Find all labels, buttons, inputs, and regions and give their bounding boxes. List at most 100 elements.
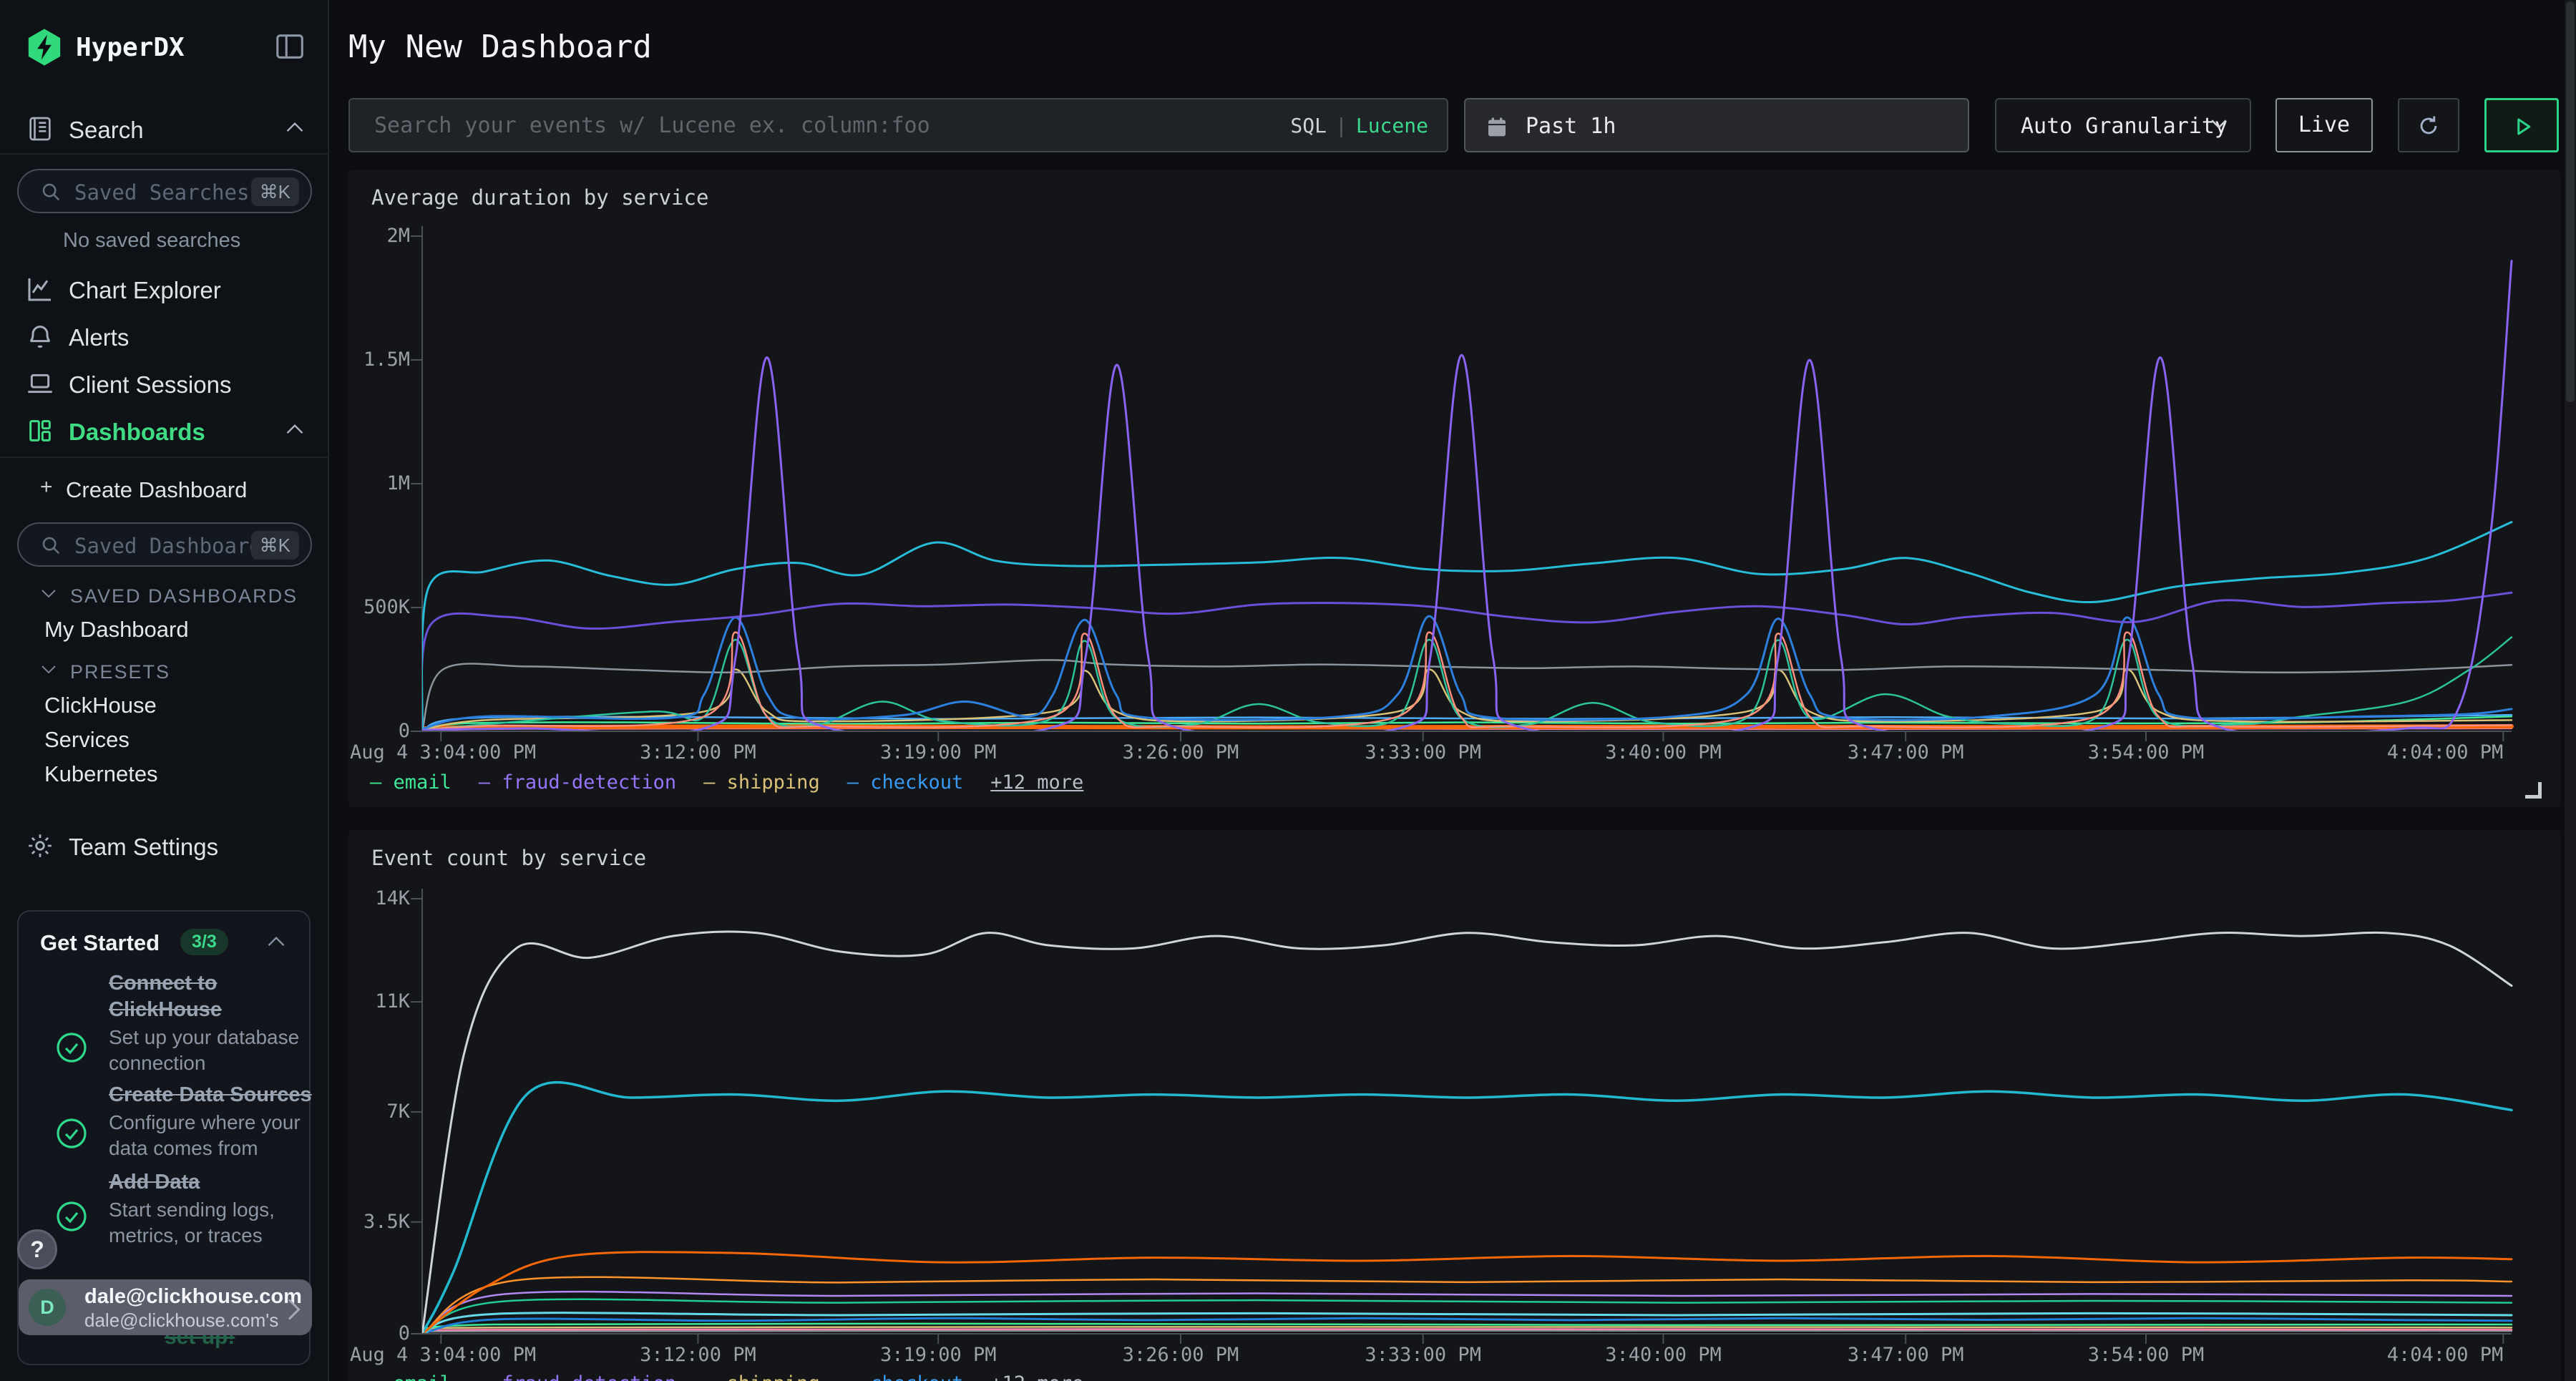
- y-tick-label: 0: [348, 1322, 410, 1345]
- live-button[interactable]: Live: [2275, 98, 2373, 152]
- plus-icon: +: [40, 475, 53, 499]
- chart-legend: — email— fraud-detection— shipping— chec…: [370, 771, 1083, 794]
- section-label: PRESETS: [70, 661, 170, 683]
- y-tick-label: 500K: [348, 596, 410, 618]
- create-dashboard-button[interactable]: + Create Dashboard: [0, 469, 329, 509]
- granularity-value: Auto Granularity: [2021, 114, 2228, 139]
- y-tick-label: 14K: [348, 887, 410, 909]
- chevron-down-icon: [40, 664, 57, 678]
- main-content: My New Dashboard SQL|Lucene Past 1h Auto…: [331, 0, 2576, 1381]
- sidebar-item-label: Chart Explorer: [69, 277, 221, 304]
- x-tick-label: 3:19:00 PM: [838, 741, 1038, 763]
- chevron-right-icon: [285, 1297, 302, 1318]
- help-button[interactable]: ?: [17, 1229, 57, 1269]
- get-started-item-title: Create Data Sources: [109, 1082, 318, 1108]
- saved-dashboards-placeholder: Saved Dashboards: [74, 534, 274, 558]
- legend-item-email: — email: [370, 771, 452, 794]
- chevron-up-icon[interactable]: [285, 120, 305, 137]
- y-tick-label: 3.5K: [348, 1211, 410, 1233]
- check-circle-icon: [54, 1199, 89, 1234]
- run-query-button[interactable]: [2484, 98, 2559, 152]
- x-tick-label: 4:04:00 PM: [2317, 741, 2503, 763]
- search-input[interactable]: [350, 99, 1447, 151]
- sidebar-item-client-sessions[interactable]: Client Sessions: [0, 363, 329, 404]
- dashboard-grid-icon: [26, 416, 54, 445]
- event-search-bar: SQL | Lucene: [348, 98, 1448, 152]
- sidebar-item-chart-explorer[interactable]: Chart Explorer: [0, 269, 329, 309]
- question-mark-icon: ?: [30, 1236, 44, 1262]
- sidebar-item-label: Client Sessions: [69, 371, 231, 399]
- user-account-chip[interactable]: D dale@clickhouse.com dale@clickhouse.co…: [19, 1279, 312, 1335]
- x-tick-label: 3:33:00 PM: [1323, 741, 1523, 763]
- x-tick-label: 3:40:00 PM: [1563, 741, 1763, 763]
- get-started-item-desc: Set up your database connection: [109, 1025, 318, 1076]
- series-white: [422, 932, 2512, 1334]
- y-tick-label: 1M: [348, 472, 410, 494]
- granularity-select[interactable]: Auto Granularity: [1995, 98, 2251, 152]
- refresh-icon: [2416, 114, 2441, 138]
- saved-searches-input[interactable]: Saved Searches ⌘K: [17, 169, 312, 213]
- y-tick-label: 2M: [348, 225, 410, 247]
- chevron-up-icon[interactable]: [285, 422, 305, 439]
- get-started-header[interactable]: Get Started 3/3: [40, 930, 291, 960]
- sidebar-collapse-icon[interactable]: [273, 30, 306, 63]
- chart-line-icon: [26, 275, 54, 303]
- sidebar-item-my-dashboard[interactable]: My Dashboard: [44, 617, 189, 643]
- sql-toggle[interactable]: SQL: [1290, 114, 1327, 137]
- y-tick-label: 0: [348, 720, 410, 742]
- saved-dashboards-input[interactable]: Saved Dashboards ⌘K: [17, 522, 312, 567]
- calendar-icon: [1485, 115, 1508, 138]
- live-label: Live: [2298, 112, 2350, 137]
- avatar: D: [29, 1289, 66, 1326]
- sidebar-item-alerts[interactable]: Alerts: [0, 316, 329, 356]
- chart-legend: — email— fraud-detection— shipping— chec…: [370, 1372, 1083, 1381]
- lucene-toggle[interactable]: Lucene: [1356, 114, 1428, 137]
- legend-more-link[interactable]: +12 more: [990, 771, 1083, 794]
- sidebar-item-kubernetes[interactable]: Kubernetes: [44, 761, 158, 787]
- time-range-value: Past 1h: [1526, 114, 1616, 139]
- chevron-down-icon: [40, 588, 57, 602]
- user-email: dale@clickhouse.com: [84, 1285, 302, 1309]
- refresh-button[interactable]: [2398, 98, 2459, 152]
- legend-item-shipping: — shipping: [703, 1372, 820, 1381]
- chart-panel-event-count[interactable]: Event count by service 14K11K7K3.5K0 Aug…: [348, 830, 2560, 1381]
- sidebar-item-label: Alerts: [69, 324, 129, 351]
- page-scrollbar[interactable]: [2565, 0, 2576, 1381]
- toggle-separator: |: [1335, 114, 1347, 137]
- legend-more-link[interactable]: +12 more: [990, 1372, 1083, 1381]
- sidebar-item-clickhouse[interactable]: ClickHouse: [44, 693, 157, 718]
- sidebar-item-dashboards[interactable]: Dashboards: [0, 411, 329, 451]
- legend-item-checkout: — checkout: [847, 771, 964, 794]
- chevron-up-icon[interactable]: [266, 935, 286, 950]
- avg-duration-chart: [348, 170, 2560, 807]
- chart-panel-avg-duration[interactable]: Average duration by service 2M1.5M1M500K…: [348, 170, 2560, 807]
- sidebar: HyperDX Search Saved Searches ⌘K No save…: [0, 0, 329, 1381]
- x-tick-label: 3:54:00 PM: [2046, 1344, 2246, 1366]
- panel-resize-handle[interactable]: [2525, 782, 2542, 799]
- play-icon: [2512, 116, 2534, 137]
- series-cyan: [421, 522, 2512, 731]
- get-started-progress-badge: 3/3: [180, 929, 228, 955]
- chevron-down-icon: [2210, 118, 2228, 134]
- gear-icon: [26, 831, 54, 860]
- hyperdx-logo-icon: [24, 27, 64, 67]
- time-range-picker[interactable]: Past 1h: [1464, 98, 1969, 152]
- saved-searches-placeholder: Saved Searches: [74, 180, 249, 205]
- section-saved-dashboards[interactable]: SAVED DASHBOARDS: [0, 581, 329, 613]
- y-tick-label: 1.5M: [348, 348, 410, 371]
- sidebar-item-search[interactable]: Search: [0, 109, 329, 149]
- bell-icon: [26, 322, 54, 351]
- section-presets[interactable]: PRESETS: [0, 657, 329, 688]
- sidebar-item-team-settings[interactable]: Team Settings: [0, 826, 329, 866]
- sidebar-item-services[interactable]: Services: [44, 727, 130, 753]
- create-dashboard-label: Create Dashboard: [66, 477, 247, 503]
- get-started-item-desc: Configure where your data comes from: [109, 1110, 318, 1161]
- kbd-shortcut: ⌘K: [251, 177, 299, 206]
- x-tick-label: 3:12:00 PM: [597, 1344, 798, 1366]
- check-circle-icon: [54, 1030, 89, 1065]
- x-tick-label: 3:33:00 PM: [1323, 1344, 1523, 1366]
- scrollbar-thumb[interactable]: [2566, 1, 2575, 402]
- laptop-icon: [26, 369, 54, 398]
- x-tick-label: 3:19:00 PM: [838, 1344, 1038, 1366]
- x-tick-label: 3:40:00 PM: [1563, 1344, 1763, 1366]
